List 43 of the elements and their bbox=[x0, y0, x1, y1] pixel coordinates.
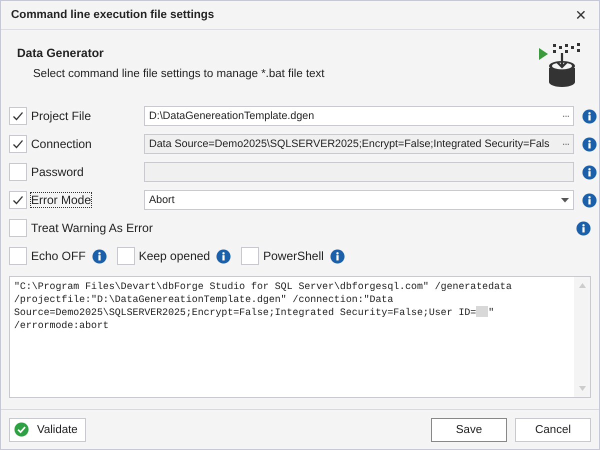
caret-icon bbox=[561, 198, 569, 202]
option-label: Project File bbox=[31, 109, 92, 123]
dropdown-field[interactable]: Abort bbox=[144, 190, 574, 210]
option-label: Error Mode bbox=[31, 193, 92, 207]
cancel-button[interactable]: Cancel bbox=[515, 418, 591, 442]
checkbox[interactable] bbox=[9, 247, 27, 265]
checkbox[interactable] bbox=[9, 135, 27, 153]
check-circle-icon bbox=[14, 422, 29, 437]
save-button[interactable]: Save bbox=[431, 418, 507, 442]
validate-button[interactable]: Validate bbox=[9, 418, 86, 442]
option-label: Treat Warning As Error bbox=[31, 221, 153, 235]
info-icon[interactable] bbox=[582, 192, 597, 208]
window-title: Command line execution file settings bbox=[11, 9, 214, 21]
password-field[interactable] bbox=[144, 162, 574, 182]
check-icon bbox=[12, 110, 24, 122]
checkbox[interactable] bbox=[9, 107, 27, 125]
option-label: Keep opened bbox=[138, 249, 210, 263]
info-icon[interactable] bbox=[216, 248, 232, 264]
browse-button[interactable]: ··· bbox=[562, 138, 569, 150]
info-icon[interactable] bbox=[92, 248, 107, 264]
checkbox[interactable] bbox=[9, 163, 27, 181]
checkbox[interactable] bbox=[9, 191, 27, 209]
browse-button[interactable]: ··· bbox=[562, 110, 569, 122]
section-title: Data Generator bbox=[17, 46, 105, 60]
info-icon[interactable] bbox=[582, 164, 597, 180]
option-label: Echo OFF bbox=[31, 249, 86, 263]
checkbox[interactable] bbox=[9, 219, 27, 237]
checkbox[interactable] bbox=[241, 247, 260, 265]
option-label: Password bbox=[31, 165, 84, 179]
option-label: PowerShell bbox=[263, 249, 324, 263]
section-subtitle: Select command line file settings to manage *.bat file text bbox=[33, 68, 324, 80]
info-icon[interactable] bbox=[582, 136, 597, 152]
info-icon[interactable] bbox=[330, 248, 345, 264]
database-import-icon bbox=[539, 42, 583, 90]
close-button[interactable]: ✕ bbox=[573, 7, 589, 23]
option-label: Connection bbox=[31, 137, 92, 151]
info-icon[interactable] bbox=[576, 220, 591, 236]
checkbox[interactable] bbox=[116, 247, 135, 265]
check-icon bbox=[12, 138, 24, 150]
check-icon bbox=[12, 194, 24, 206]
info-icon[interactable] bbox=[582, 108, 597, 124]
path-field[interactable]: Data Source=Demo2025\SQLSERVER2025;Encrypt=False;Integrated Security=Fals ··· bbox=[144, 134, 574, 154]
path-field[interactable]: D:\DataGenereationTemplate.dgen ··· bbox=[144, 106, 574, 126]
